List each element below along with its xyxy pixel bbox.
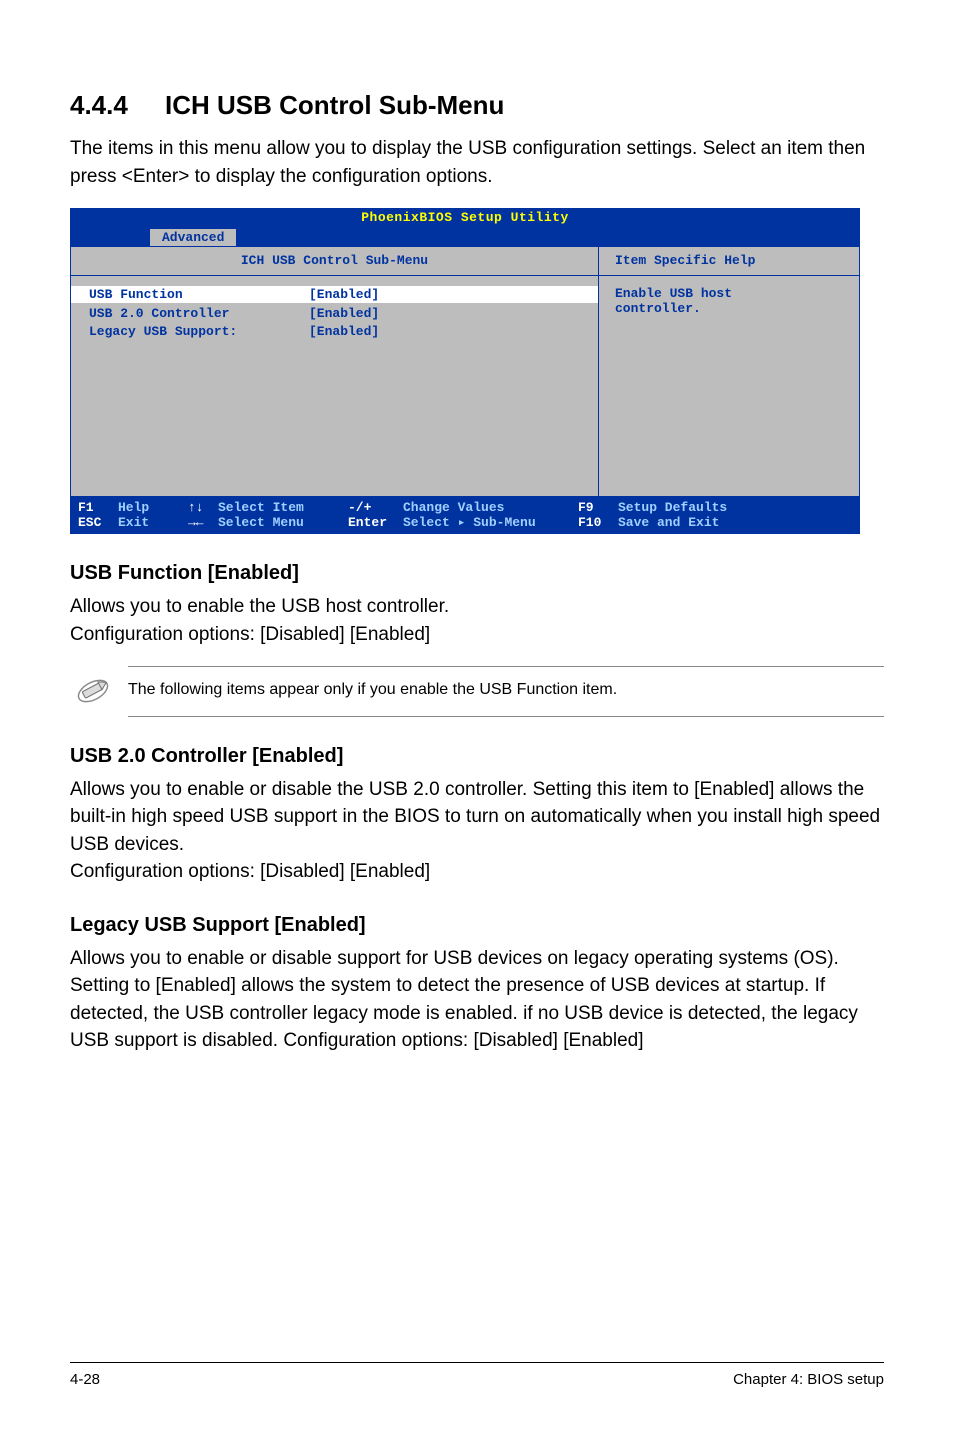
key-enter: Enter	[348, 515, 387, 531]
section-heading: 4.4.4ICH USB Control Sub-Menu	[70, 90, 884, 121]
pencil-icon	[70, 668, 116, 714]
bios-row-legacy[interactable]: Legacy USB Support: [Enabled]	[71, 323, 598, 341]
right-pane-title: Item Specific Help	[599, 247, 859, 276]
subhead-usb20: USB 2.0 Controller [Enabled]	[70, 745, 884, 768]
note-block: The following items appear only if you e…	[70, 666, 884, 716]
bios-row-usb-function[interactable]: USB Function [Enabled]	[71, 286, 598, 304]
key-updown: ↑↓	[188, 500, 204, 516]
tab-advanced[interactable]: Advanced	[150, 229, 236, 247]
note-text: The following items appear only if you e…	[128, 679, 884, 701]
section-intro: The items in this menu allow you to disp…	[70, 135, 884, 190]
key-minusplus: -/+	[348, 500, 371, 516]
key-f10: F10	[578, 515, 601, 531]
row-value: [Enabled]	[309, 306, 379, 322]
bios-row-usb20[interactable]: USB 2.0 Controller [Enabled]	[71, 305, 598, 323]
legacy-p1: Allows you to enable or disable support …	[70, 945, 884, 1055]
key-esc: ESC	[78, 515, 101, 531]
bios-footer: F1 Help ↑↓ Select Item -/+ Change Values…	[70, 497, 860, 534]
left-pane-title: ICH USB Control Sub-Menu	[71, 247, 598, 276]
row-label: USB Function	[89, 287, 309, 303]
left-pane-body: USB Function [Enabled] USB 2.0 Controlle…	[71, 276, 598, 496]
usb-function-p1: Allows you to enable the USB host contro…	[70, 593, 884, 621]
row-value: [Enabled]	[309, 324, 379, 340]
help-line2: controller.	[615, 301, 843, 317]
key-minusplus-desc: Change Values	[403, 500, 504, 516]
subhead-usb-function: USB Function [Enabled]	[70, 562, 884, 585]
section-number: 4.4.4	[70, 90, 165, 121]
key-enter-desc: Select ▸ Sub-Menu	[403, 515, 536, 531]
key-esc-desc: Exit	[118, 515, 149, 531]
key-f9: F9	[578, 500, 594, 516]
key-f1: F1	[78, 500, 94, 516]
usb20-p1: Allows you to enable or disable the USB …	[70, 776, 884, 859]
row-value: [Enabled]	[309, 287, 379, 303]
usb20-p2: Configuration options: [Disabled] [Enabl…	[70, 858, 884, 886]
key-f10-desc: Save and Exit	[618, 515, 719, 531]
bios-screenshot: PhoenixBIOS Setup Utility Advanced ICH U…	[70, 208, 860, 534]
row-label: Legacy USB Support:	[89, 324, 309, 340]
chapter-label: Chapter 4: BIOS setup	[733, 1371, 884, 1388]
key-leftright-desc: Select Menu	[218, 515, 304, 531]
bios-menu-row: Advanced	[70, 229, 860, 247]
page-number: 4-28	[70, 1371, 100, 1388]
key-leftright: →←	[188, 515, 204, 531]
section-title: ICH USB Control Sub-Menu	[165, 90, 504, 120]
bios-title: PhoenixBIOS Setup Utility	[70, 208, 860, 229]
help-body: Enable USB host controller.	[599, 276, 859, 496]
key-updown-desc: Select Item	[218, 500, 304, 516]
key-f9-desc: Setup Defaults	[618, 500, 727, 516]
key-f1-desc: Help	[118, 500, 149, 516]
row-label: USB 2.0 Controller	[89, 306, 309, 322]
help-line1: Enable USB host	[615, 286, 843, 302]
page-footer: 4-28 Chapter 4: BIOS setup	[70, 1362, 884, 1388]
subhead-legacy: Legacy USB Support [Enabled]	[70, 914, 884, 937]
usb-function-p2: Configuration options: [Disabled] [Enabl…	[70, 621, 884, 649]
